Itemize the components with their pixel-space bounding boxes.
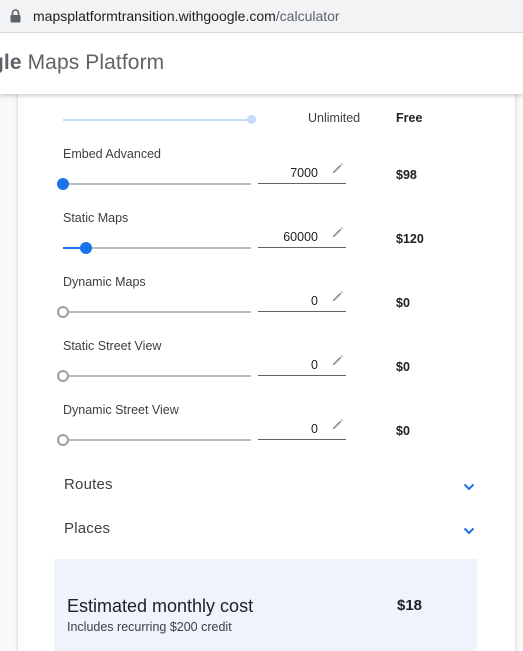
dynamic-maps-price: $0 <box>396 296 410 310</box>
slider-track <box>63 375 251 377</box>
embed-advanced-slider[interactable] <box>57 177 251 191</box>
static-street-view-quantity-field[interactable]: 0 <box>258 354 346 376</box>
static-street-view-price: $0 <box>396 360 410 374</box>
pencil-icon[interactable] <box>332 290 344 302</box>
dynamic-maps-slider[interactable] <box>57 305 251 319</box>
static-maps-price: $120 <box>396 232 424 246</box>
static-maps-quantity-field[interactable]: 60000 <box>258 226 346 248</box>
dynamic-street-view-quantity-field[interactable]: 0 <box>258 418 346 440</box>
quantity-value[interactable]: 60000 <box>283 230 318 244</box>
estimated-cost-panel: Estimated monthly cost Includes recurrin… <box>54 559 477 651</box>
slider-thumb[interactable] <box>247 115 256 124</box>
pencil-icon[interactable] <box>332 418 344 430</box>
quantity-value[interactable]: 0 <box>311 294 318 308</box>
embed-advanced-price: $98 <box>396 168 417 182</box>
chevron-down-icon[interactable] <box>463 483 475 491</box>
quantity-value[interactable]: 0 <box>311 358 318 372</box>
section-routes[interactable]: Routes <box>63 476 475 504</box>
url-text[interactable]: mapsplatformtransition.withgoogle.com/ca… <box>33 8 340 24</box>
api-label-embed-advanced: Embed Advanced <box>63 147 161 161</box>
pencil-icon[interactable] <box>332 354 344 366</box>
quantity-unlimited: Unlimited <box>308 111 361 125</box>
slider-track <box>63 439 251 441</box>
api-label-dynamic-street-view: Dynamic Street View <box>63 403 179 417</box>
price-free: Free <box>396 111 423 125</box>
slider-track <box>63 183 251 185</box>
brand-logo[interactable]: gle Maps Platform <box>0 51 164 75</box>
estimate-title: Estimated monthly cost <box>67 596 254 616</box>
api-label-dynamic-maps: Dynamic Maps <box>63 275 146 289</box>
estimate-subtitle: Includes recurring $200 credit <box>67 620 232 634</box>
section-title-places: Places <box>64 520 111 537</box>
slider-thumb[interactable] <box>57 370 69 382</box>
static-street-view-slider[interactable] <box>57 369 251 383</box>
url-domain: mapsplatformtransition.withgoogle.com <box>33 8 276 24</box>
quantity-value[interactable]: 0 <box>311 422 318 436</box>
estimate-value: $18 <box>397 597 423 614</box>
brand-partial: gle <box>0 51 22 74</box>
slider-track <box>63 119 251 121</box>
slider-thumb[interactable] <box>57 178 69 190</box>
site-header: gle Maps Platform <box>0 34 523 94</box>
dynamic-maps-quantity-field[interactable]: 0 <box>258 290 346 312</box>
embed-advanced-quantity-field[interactable]: 7000 <box>258 162 346 184</box>
address-bar[interactable]: mapsplatformtransition.withgoogle.com/ca… <box>0 0 523 33</box>
brand-name: Maps Platform <box>21 51 165 74</box>
slider-thumb[interactable] <box>80 242 92 254</box>
api-label-static-street-view: Static Street View <box>63 339 162 353</box>
dynamic-street-view-slider[interactable] <box>57 433 251 447</box>
dynamic-street-view-price: $0 <box>396 424 410 438</box>
chevron-down-icon[interactable] <box>463 527 475 535</box>
top-slider[interactable] <box>63 113 256 127</box>
pencil-icon[interactable] <box>332 162 344 174</box>
section-title-routes: Routes <box>64 476 113 493</box>
quantity-value[interactable]: 7000 <box>290 166 318 180</box>
slider-track <box>63 311 251 313</box>
lock-icon <box>10 9 21 23</box>
pencil-icon[interactable] <box>332 226 344 238</box>
api-label-static-maps: Static Maps <box>63 211 129 225</box>
slider-thumb[interactable] <box>57 306 69 318</box>
static-maps-slider[interactable] <box>63 241 251 255</box>
slider-thumb[interactable] <box>57 434 69 446</box>
pricing-calculator-card: Unlimited Free Embed Advanced 7000 $98 S… <box>17 94 516 651</box>
section-places[interactable]: Places <box>63 520 475 548</box>
url-path: /calculator <box>275 8 340 24</box>
